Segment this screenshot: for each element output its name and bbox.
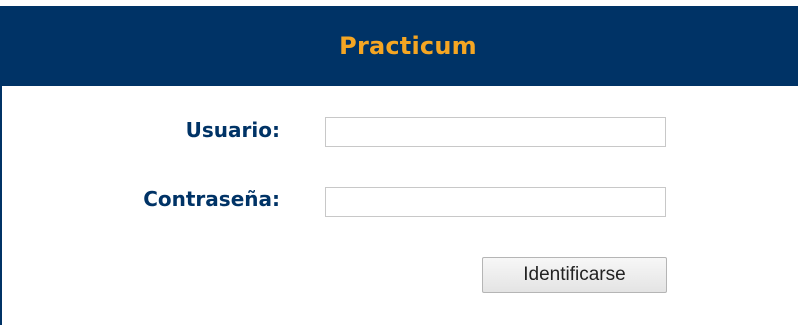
- username-label: Usuario:: [185, 118, 280, 142]
- password-input[interactable]: [325, 187, 666, 217]
- username-input[interactable]: [325, 117, 666, 147]
- login-panel: Practicum Usuario: Contraseña: Identific…: [0, 6, 798, 325]
- login-button[interactable]: Identificarse: [482, 257, 667, 293]
- login-header: Practicum: [2, 6, 798, 86]
- app-title: Practicum: [339, 32, 477, 60]
- password-label: Contraseña:: [143, 187, 280, 211]
